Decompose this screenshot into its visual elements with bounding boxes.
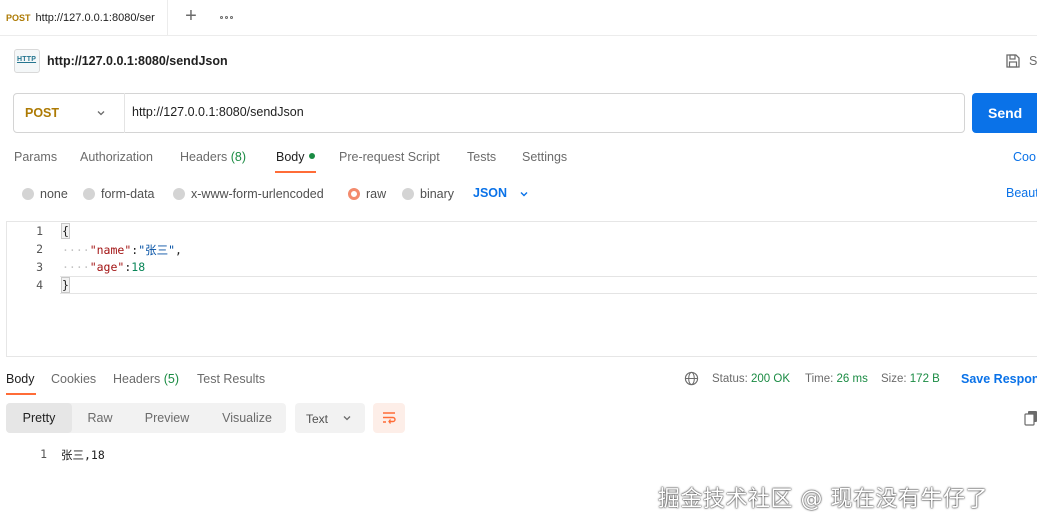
chevron-down-icon [97,111,105,116]
indent-dots: ···· [62,243,90,257]
response-tab-cookies[interactable]: Cookies [51,372,96,386]
radio-binary-label: binary [420,187,455,201]
response-tab-body[interactable]: Body [6,372,35,386]
request-title: http://127.0.0.1:8080/sendJson [47,54,228,68]
globe-icon[interactable] [684,371,699,386]
method-label: POST [25,106,60,120]
format-label: Text [306,412,329,426]
new-tab-plus-icon[interactable]: + [182,6,200,28]
open-brace: { [61,223,70,239]
beautify-link[interactable]: Beaut [1006,186,1037,200]
http-icon-label: HTTP [17,56,37,63]
time-text: Time: 26 ms [805,373,868,385]
tab-tests[interactable]: Tests [467,150,496,164]
close-brace: } [61,277,70,293]
size-text: Size: 172 B [881,373,940,385]
radio-urlencoded[interactable]: x-www-form-urlencoded [173,186,324,202]
wrap-lines-button[interactable] [373,403,405,433]
body-status-dot [308,153,315,159]
json-value-name: "张三" [138,243,176,257]
line-number: 3 [36,260,43,274]
copy-icon[interactable] [1024,410,1037,426]
save-button[interactable]: S [1029,54,1037,68]
send-button[interactable]: Send [972,93,1037,133]
tab-settings[interactable]: Settings [522,150,567,164]
active-line-highlight [60,276,1037,294]
more-tabs-icon[interactable] [217,9,235,25]
view-raw-button[interactable]: Raw [76,403,124,433]
response-tab-underline [6,393,36,395]
line-number: 4 [36,278,43,292]
size-label: Size: [881,373,907,385]
cookies-link[interactable]: Coo [1013,150,1036,164]
comma: , [175,243,182,257]
url-input[interactable] [132,101,952,123]
radio-form-data[interactable]: form-data [83,186,155,202]
tab-headers-count: (8) [230,150,247,164]
code-line-4: } [61,277,70,293]
chevron-down-icon [343,416,351,421]
http-icon: HTTP [14,49,40,73]
response-line-number: 1 [40,447,47,461]
indent-dots: ···· [62,260,90,274]
radio-form-data-circle [83,188,95,200]
time-value: 26 ms [836,373,868,385]
status-value: 200 OK [751,373,791,385]
status-label: Status: [712,373,748,385]
status-text: Status: 200 OK [712,373,790,385]
chevron-down-icon[interactable] [518,188,530,200]
tab-headers-label: Headers [180,150,228,164]
line-number: 2 [36,242,43,256]
response-tab-headers[interactable]: Headers (5) [113,372,179,386]
tab-authorization[interactable]: Authorization [80,150,153,164]
tab-method: POST [6,13,31,23]
json-value-age: 18 [131,260,146,274]
radio-none[interactable]: none [22,186,68,202]
watermark: 掘金技术社区 @ 现在没有牛仔了 [658,487,988,512]
response-tab-headers-label: Headers [113,372,161,386]
tab-headers[interactable]: Headers (8) [180,150,246,164]
code-line-2: ····"name":"张三", [62,242,182,258]
radio-raw[interactable]: raw [348,186,386,202]
radio-urlencoded-circle [173,188,185,200]
time-label: Time: [805,373,834,385]
view-pretty-button[interactable]: Pretty [6,403,72,433]
line-number: 1 [36,224,43,238]
save-response-button[interactable]: Save Respon [961,372,1037,386]
active-tab-underline [275,171,316,173]
request-tab[interactable]: POST http://127.0.0.1:8080/ser [0,0,168,36]
radio-none-label: none [40,187,68,201]
tab-url: http://127.0.0.1:8080/ser [35,12,155,24]
response-tab-headers-count: (5) [163,372,180,386]
tab-body[interactable]: Body [276,150,315,164]
radio-urlencoded-label: x-www-form-urlencoded [191,187,324,201]
radio-raw-label: raw [366,187,387,201]
tab-body-label: Body [276,150,305,164]
json-key-name: "name" [89,243,132,257]
response-body-text: 张三,18 [61,448,105,462]
wrap-lines-icon [383,412,396,424]
radio-none-circle [22,188,34,200]
view-preview-button[interactable]: Preview [134,403,200,433]
size-value: 172 B [909,373,940,385]
response-tab-test-results[interactable]: Test Results [197,372,265,386]
save-icon[interactable] [1005,53,1021,69]
code-line-1: { [61,223,70,239]
radio-raw-circle [348,188,360,200]
tab-pre-request-script[interactable]: Pre-request Script [339,150,440,164]
code-line-3: ····"age":18 [62,260,145,274]
tab-params[interactable]: Params [14,150,57,164]
radio-form-data-label: form-data [101,187,155,201]
language-select[interactable]: JSON [473,186,507,200]
view-visualize-button[interactable]: Visualize [210,403,284,433]
json-key-age: "age" [89,260,125,274]
radio-binary-circle [402,188,414,200]
radio-binary[interactable]: binary [402,186,454,202]
